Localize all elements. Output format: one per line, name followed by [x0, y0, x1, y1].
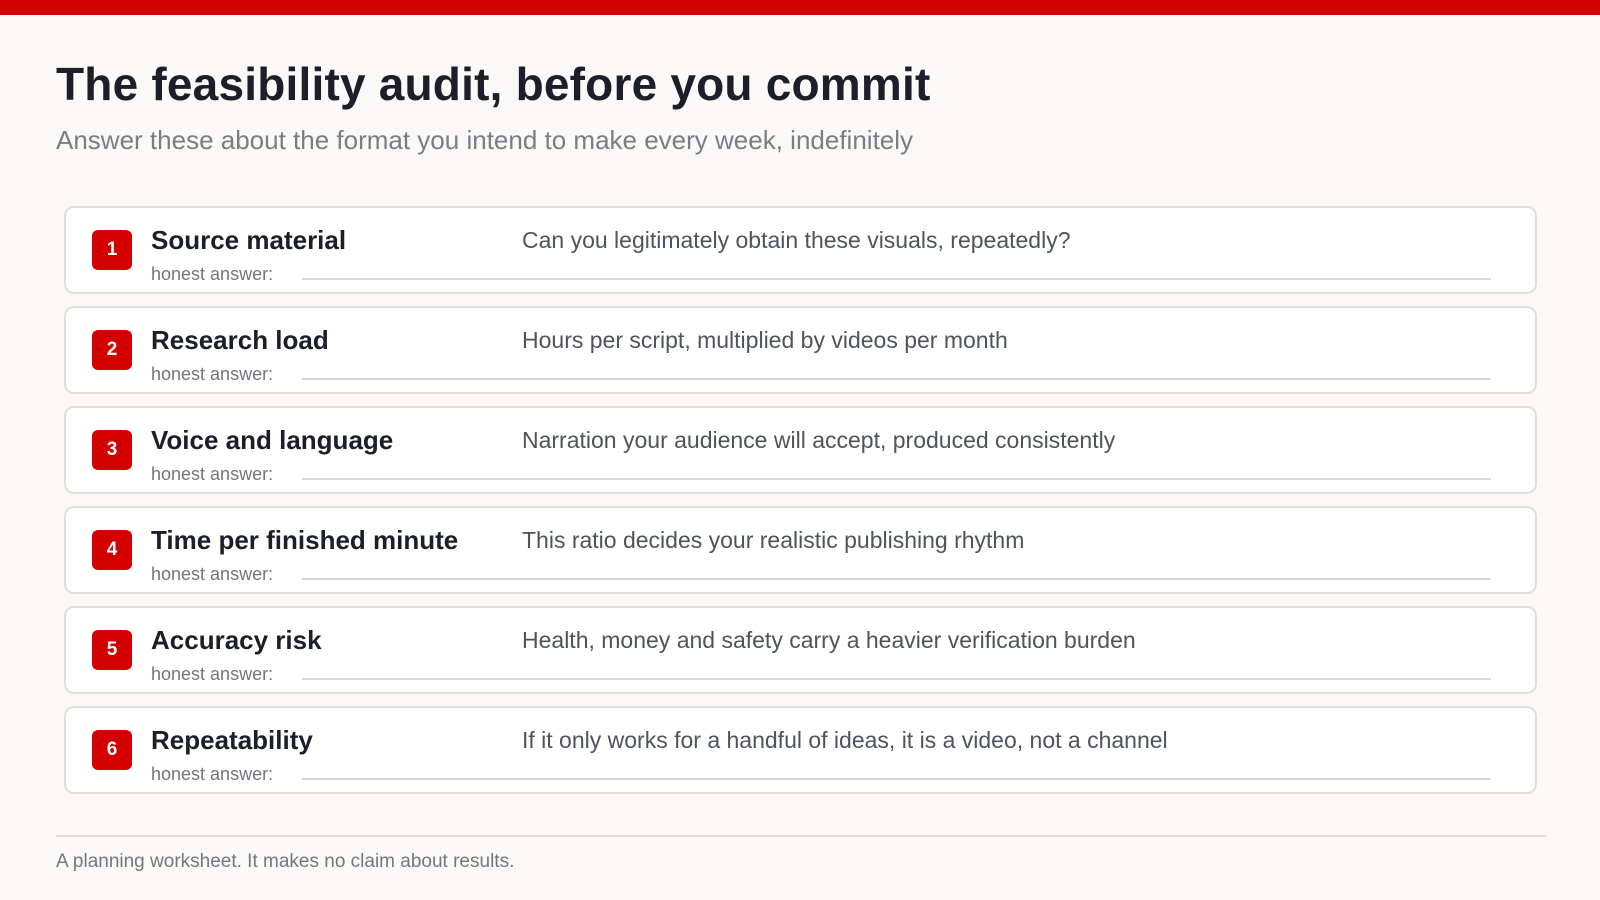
- answer-line[interactable]: [302, 778, 1491, 780]
- footer-divider: [56, 835, 1546, 837]
- top-accent-bar: [0, 0, 1600, 15]
- page-subtitle: Answer these about the format you intend…: [56, 125, 914, 155]
- answer-label: honest answer:: [151, 764, 274, 784]
- answer-label: honest answer:: [151, 464, 274, 484]
- answer-label: honest answer:: [151, 264, 274, 284]
- item-description: If it only works for a handful of ideas,…: [522, 727, 1168, 753]
- audit-list: 1 Source material Can you legitimately o…: [64, 206, 1537, 806]
- item-description: Can you legitimately obtain these visual…: [522, 227, 1071, 253]
- answer-label: honest answer:: [151, 364, 274, 384]
- item-label: Accuracy risk: [151, 625, 322, 655]
- page-title: The feasibility audit, before you commit: [56, 58, 931, 110]
- answer-line[interactable]: [302, 278, 1491, 280]
- answer-label: honest answer:: [151, 564, 274, 584]
- answer-label: honest answer:: [151, 664, 274, 684]
- audit-item-voice-and-language: 3 Voice and language Narration your audi…: [64, 406, 1537, 494]
- answer-line[interactable]: [302, 478, 1491, 480]
- audit-item-source-material: 1 Source material Can you legitimately o…: [64, 206, 1537, 294]
- item-label: Research load: [151, 325, 329, 355]
- item-number-badge: 5: [92, 630, 132, 670]
- footer-note: A planning worksheet. It makes no claim …: [56, 851, 515, 872]
- answer-line[interactable]: [302, 578, 1491, 580]
- item-number-badge: 2: [92, 330, 132, 370]
- item-description: Narration your audience will accept, pro…: [522, 427, 1116, 453]
- item-description: Hours per script, multiplied by videos p…: [522, 327, 1008, 353]
- answer-line[interactable]: [302, 678, 1491, 680]
- item-description: This ratio decides your realistic publis…: [522, 527, 1025, 553]
- item-label: Time per finished minute: [151, 525, 459, 555]
- audit-item-time-per-finished-minute: 4 Time per finished minute This ratio de…: [64, 506, 1537, 594]
- audit-item-accuracy-risk: 5 Accuracy risk Health, money and safety…: [64, 606, 1537, 694]
- audit-item-research-load: 2 Research load Hours per script, multip…: [64, 306, 1537, 394]
- item-number-badge: 4: [92, 530, 132, 570]
- item-number-badge: 3: [92, 430, 132, 470]
- item-description: Health, money and safety carry a heavier…: [522, 627, 1136, 653]
- item-label: Voice and language: [151, 425, 394, 455]
- item-number-badge: 6: [92, 730, 132, 770]
- item-number-badge: 1: [92, 230, 132, 270]
- answer-line[interactable]: [302, 378, 1491, 380]
- item-label: Repeatability: [151, 725, 313, 755]
- item-label: Source material: [151, 225, 347, 255]
- audit-item-repeatability: 6 Repeatability If it only works for a h…: [64, 706, 1537, 794]
